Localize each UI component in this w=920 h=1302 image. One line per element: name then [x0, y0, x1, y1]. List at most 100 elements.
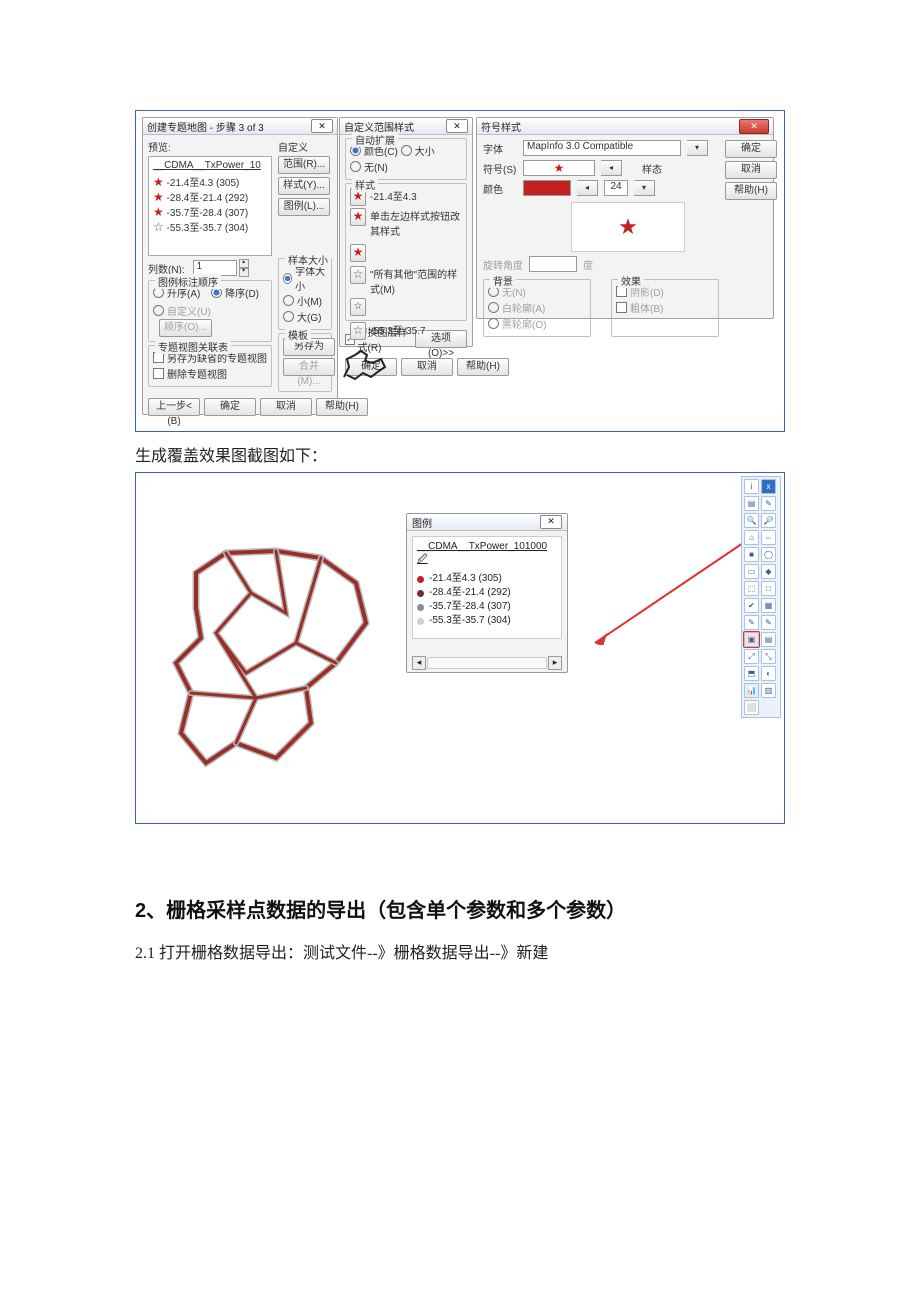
dropdown-icon[interactable]: ▾ [687, 140, 708, 156]
mini-map-icon [341, 347, 391, 383]
assoc-group: 专题视图关联表 [155, 339, 231, 354]
small-radio[interactable]: 小(M) [283, 293, 322, 308]
preview-label: 预览: [148, 139, 272, 154]
symbol-select[interactable]: ★ [523, 160, 595, 176]
font-label: 字体 [483, 141, 517, 156]
cancel-button[interactable]: 取消 [401, 358, 453, 376]
range-item: -28.4至-21.4 (292) [167, 193, 249, 204]
range-item: -55.3至-35.7 (304) [167, 223, 249, 234]
close-icon[interactable]: ✕ [540, 515, 562, 529]
tool-icon[interactable]: ✎ [761, 496, 776, 511]
dropdown-icon[interactable]: ◂ [601, 160, 622, 176]
style-swatch-button[interactable]: ★ [350, 208, 366, 226]
spin-down-icon[interactable]: ▾ [239, 268, 249, 277]
style-button[interactable]: 样式(Y)... [278, 177, 330, 195]
tool-icon[interactable]: ⬒ [744, 666, 759, 681]
dialog-create-thematic: 创建专题地图 - 步骤 3 of 3 ✕ 预览: __CDMA__TxPower… [142, 117, 338, 415]
tool-close-icon[interactable]: x [761, 479, 776, 494]
sample-preview: ★ [571, 202, 685, 252]
tool-icon[interactable]: ◯ [761, 547, 776, 562]
color-swatch[interactable] [523, 180, 571, 196]
custom-radio[interactable]: 自定义(U) [153, 303, 211, 318]
tool-icon[interactable]: ✔ [744, 598, 759, 613]
bullet-icon [417, 590, 424, 597]
fx-group: 效果 [618, 273, 644, 288]
style-swatch-button[interactable]: ☆ [350, 266, 366, 284]
star-icon: ★ [153, 175, 164, 189]
map-area: 图例 ✕ __CDMA__TxPower_101000 🖉 -21.4至4.3 … [136, 473, 744, 823]
ok-button[interactable]: 确定 [204, 398, 256, 416]
dialog-title: 符号样式 [481, 119, 521, 134]
font-select[interactable]: MapInfo 3.0 Compatible [523, 140, 681, 156]
delete-view-check[interactable]: 删除专题视图 [153, 366, 227, 381]
star-icon: ★ [153, 205, 164, 219]
size-radio[interactable]: 大小 [401, 143, 435, 158]
close-icon[interactable]: ✕ [739, 119, 769, 134]
tool-icon[interactable]: ⌂ [744, 530, 759, 545]
legend-panel: 图例 ✕ __CDMA__TxPower_101000 🖉 -21.4至4.3 … [406, 513, 568, 673]
tool-icon[interactable]: ⤢ [744, 649, 759, 664]
tool-icon[interactable]: ⤡ [761, 649, 776, 664]
merge-button[interactable]: 合并(M)... [283, 358, 335, 376]
tool-icon[interactable]: ▭ [744, 564, 759, 579]
ok-button[interactable]: 确定 [725, 140, 777, 158]
section-heading: 2、栅格采样点数据的导出（包含单个参数和多个参数） [135, 894, 785, 923]
tool-icon[interactable]: ⇔ [761, 530, 776, 545]
tool-icon[interactable]: ▤ [744, 496, 759, 511]
scroll-left-icon[interactable]: ◂ [412, 656, 426, 670]
star-outline-icon: ☆ [153, 220, 164, 234]
dropdown-icon[interactable]: ▾ [634, 180, 655, 196]
cancel-button[interactable]: 取消 [260, 398, 312, 416]
tool-icon[interactable]: ⬜ [744, 700, 759, 715]
spin-up-icon[interactable]: ▴ [239, 259, 249, 268]
style-swatch-button[interactable]: ☆ [350, 298, 366, 316]
help-button[interactable]: 帮助(H) [316, 398, 368, 416]
section-step: 2.1 打开栅格数据导出：测试文件--》栅格数据导出--》新建 [135, 939, 785, 963]
tool-icon[interactable]: ■ [744, 547, 759, 562]
tool-icon[interactable]: □ [761, 581, 776, 596]
sample-label: 样态 [642, 161, 662, 176]
style-swatch-button[interactable]: ☆ [350, 322, 366, 340]
style-group: 样式 [352, 177, 378, 192]
tool-icon[interactable]: 🔎 [761, 513, 776, 528]
tool-icon[interactable]: ▥ [761, 683, 776, 698]
tool-icon[interactable]: ◆ [761, 564, 776, 579]
bg-black-radio: 黑轮廓(O) [488, 316, 546, 331]
large-radio[interactable]: 大(G) [283, 309, 321, 324]
none-radio[interactable]: 无(N) [350, 159, 388, 174]
close-icon[interactable]: ✕ [446, 119, 468, 133]
cancel-button[interactable]: 取消 [725, 161, 777, 179]
tool-icon[interactable]: ▤ [761, 632, 776, 647]
size-group: 样本大小 [285, 252, 331, 267]
help-button[interactable]: 帮助(H) [725, 182, 777, 200]
font-size-radio[interactable]: 字体大小 [283, 263, 327, 293]
dropdown-icon[interactable]: ◂ [577, 180, 598, 196]
size-input[interactable]: 24 [604, 180, 628, 196]
tool-icon[interactable]: ✎ [761, 615, 776, 630]
legend-button[interactable]: 图例(L)... [278, 198, 330, 216]
bg-group: 背景 [490, 273, 516, 288]
order-button[interactable]: 顺序(O)... [159, 319, 212, 337]
scroll-right-icon[interactable]: ▸ [548, 656, 562, 670]
titlebar: 创建专题地图 - 步骤 3 of 3 ✕ [143, 118, 337, 135]
tool-highlight-icon[interactable]: ▣ [744, 632, 759, 647]
tool-icon[interactable]: 📊 [744, 683, 759, 698]
bg-white-radio: 白轮廓(A) [488, 300, 545, 315]
order-group: 图例标注顺序 [155, 274, 221, 289]
style-swatch-button[interactable]: ★ [350, 244, 366, 262]
back-button[interactable]: 上一步< (B) [148, 398, 200, 416]
tool-icon[interactable]: ▦ [761, 598, 776, 613]
tool-icon[interactable]: i [744, 479, 759, 494]
scrollbar[interactable]: ◂ ▸ [412, 657, 562, 669]
tool-icon[interactable]: ✎ [744, 615, 759, 630]
close-icon[interactable]: ✕ [311, 119, 333, 133]
tool-icon[interactable]: 🔍 [744, 513, 759, 528]
bullet-icon [417, 618, 424, 625]
tool-icon[interactable]: ⬚ [744, 581, 759, 596]
tool-icon[interactable]: ◐ [761, 666, 776, 681]
range-button[interactable]: 范围(R)... [278, 156, 330, 174]
dialog-title: 创建专题地图 - 步骤 3 of 3 [147, 119, 264, 134]
tpl-group: 模板 [285, 327, 311, 342]
scroll-track[interactable] [427, 657, 547, 669]
help-button[interactable]: 帮助(H) [457, 358, 509, 376]
